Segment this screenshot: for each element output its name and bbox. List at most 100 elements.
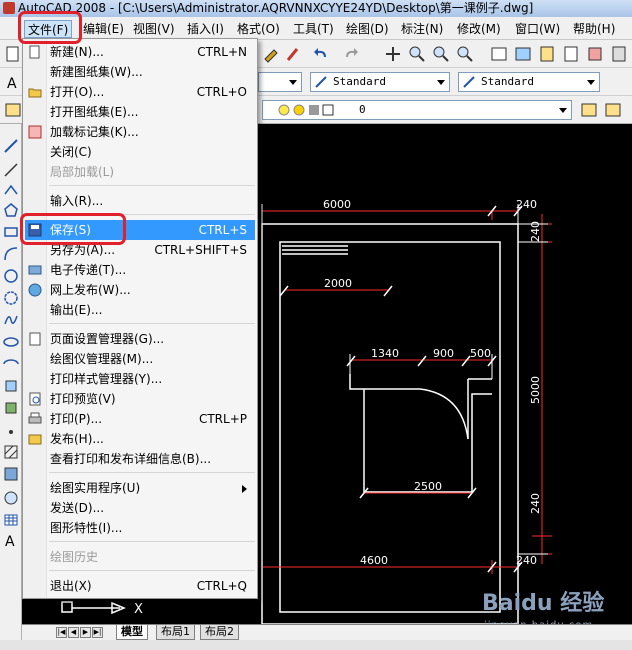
menu-view[interactable]: 视图(V) xyxy=(130,20,178,38)
polygon-icon[interactable] xyxy=(3,202,19,218)
spline-icon[interactable] xyxy=(3,312,19,328)
properties-icon[interactable] xyxy=(490,45,508,63)
tab-next-icon[interactable]: ▶ xyxy=(80,627,91,638)
menu-item-publish-web[interactable]: 网上发布(W)... xyxy=(25,280,255,300)
ellipse-arc-icon[interactable] xyxy=(3,356,19,372)
menu-item-exit[interactable]: 退出(X) CTRL+Q xyxy=(25,576,255,596)
menu-item-close[interactable]: 关闭(C) xyxy=(25,142,255,162)
menu-item-drawing-properties[interactable]: 图形特性(I)... xyxy=(25,518,255,538)
tab-model[interactable]: 模型 xyxy=(116,625,148,640)
tool-palettes-icon[interactable] xyxy=(538,45,556,63)
layer-combo[interactable]: 0 xyxy=(262,100,572,120)
redo-icon[interactable] xyxy=(342,45,360,63)
insert-block-icon[interactable] xyxy=(3,378,19,394)
sheet-set-icon[interactable] xyxy=(562,45,580,63)
menu-item-page-setup-manager[interactable]: 页面设置管理器(G)... xyxy=(25,329,255,349)
menu-item-plot[interactable]: 打印(P)... CTRL+P xyxy=(25,409,255,429)
menu-file[interactable]: 文件(F) xyxy=(24,20,73,38)
menu-item-etransmit[interactable]: 电子传递(T)... xyxy=(25,260,255,280)
markup-set-icon xyxy=(28,125,42,139)
arc-icon[interactable] xyxy=(3,246,19,262)
circle-icon[interactable] xyxy=(3,268,19,284)
tab-layout1[interactable]: 布局1 xyxy=(156,625,195,640)
ucs-x-label: X xyxy=(134,602,143,617)
tab-first-icon[interactable]: |◀ xyxy=(56,627,67,638)
menu-separator xyxy=(49,323,255,324)
menu-tools[interactable]: 工具(T) xyxy=(290,20,337,38)
revision-cloud-icon[interactable] xyxy=(3,290,19,306)
menu-item-export[interactable]: 输出(E)... xyxy=(25,300,255,320)
rectangle-icon[interactable] xyxy=(3,224,19,240)
design-center-icon[interactable] xyxy=(514,45,532,63)
line-icon[interactable] xyxy=(3,138,19,154)
layer-manager-icon[interactable] xyxy=(4,101,22,119)
match-properties-icon[interactable] xyxy=(262,45,280,63)
table-style-combo[interactable]: Standard xyxy=(458,72,600,92)
markup-icon[interactable] xyxy=(586,45,604,63)
dim-seg-1: 1340 xyxy=(371,347,399,360)
make-block-icon[interactable] xyxy=(3,400,19,416)
menu-separator xyxy=(49,570,255,571)
dim-style-combo[interactable]: Standard xyxy=(310,72,450,92)
point-icon[interactable] xyxy=(3,424,19,440)
menu-help[interactable]: 帮助(H) xyxy=(570,20,618,38)
menu-item-plot-style-manager[interactable]: 打印样式管理器(Y)... xyxy=(25,369,255,389)
window-title: AutoCAD 2008 - [C:\Users\Administrator.A… xyxy=(18,1,534,15)
zoom-window-icon[interactable] xyxy=(432,45,450,63)
menu-item-plot-preview[interactable]: 打印预览(V) xyxy=(25,389,255,409)
region-icon[interactable] xyxy=(3,490,19,506)
pan-icon[interactable] xyxy=(384,45,402,63)
menu-separator xyxy=(49,214,255,215)
tab-layout2[interactable]: 布局2 xyxy=(200,625,239,640)
globe-icon xyxy=(28,283,42,297)
zoom-previous-icon[interactable] xyxy=(456,45,474,63)
menu-item-load-markup-set[interactable]: 加载标记集(K)... xyxy=(25,122,255,142)
make-layer-current-icon[interactable] xyxy=(580,101,598,119)
menu-window[interactable]: 窗口(W) xyxy=(512,20,563,38)
ellipse-icon[interactable] xyxy=(3,334,19,350)
menu-insert[interactable]: 插入(I) xyxy=(184,20,227,38)
zoom-realtime-icon[interactable] xyxy=(408,45,426,63)
multiline-text-icon[interactable]: A xyxy=(3,532,19,548)
polyline-icon[interactable] xyxy=(3,182,19,198)
menu-item-import[interactable]: 输入(R)... xyxy=(25,191,255,211)
menu-item-plotter-manager[interactable]: 绘图仪管理器(M)... xyxy=(25,349,255,369)
watermark-brand: Baidu 经验 xyxy=(482,590,604,616)
menu-item-open[interactable]: 打开(O)... CTRL+O xyxy=(25,82,255,102)
menu-item-save[interactable]: 保存(S) CTRL+S xyxy=(25,220,255,240)
menu-format[interactable]: 格式(O) xyxy=(234,20,283,38)
menu-item-new[interactable]: 新建(N)... CTRL+N xyxy=(25,42,255,62)
table-icon[interactable] xyxy=(3,512,19,528)
tab-last-icon[interactable]: ▶| xyxy=(92,627,103,638)
layer-previous-icon[interactable] xyxy=(604,101,622,119)
hatch-icon[interactable] xyxy=(3,444,19,460)
menu-dimension[interactable]: 标注(N) xyxy=(398,20,446,38)
open-folder-icon xyxy=(28,88,42,98)
menu-item-send[interactable]: 发送(D)... xyxy=(25,498,255,518)
dim-right-bottom: 240 xyxy=(529,493,542,514)
menu-item-save-as[interactable]: 另存为(A)... CTRL+SHIFT+S xyxy=(25,240,255,260)
menu-item-drawing-history: 绘图历史 xyxy=(50,550,99,564)
dim-right-top: 240 xyxy=(529,221,542,242)
undo-icon[interactable] xyxy=(312,45,330,63)
menu-item-open-sheet-set[interactable]: 打开图纸集(E)... xyxy=(25,102,255,122)
brush-icon[interactable] xyxy=(284,45,302,63)
etransmit-icon xyxy=(28,265,42,275)
tab-prev-icon[interactable]: ◀ xyxy=(68,627,79,638)
menu-edit[interactable]: 编辑(E) xyxy=(80,20,127,38)
gradient-icon[interactable] xyxy=(3,466,19,482)
menu-item-new-sheet-set[interactable]: 新建图纸集(W)... xyxy=(25,62,255,82)
menu-draw[interactable]: 绘图(D) xyxy=(343,20,392,38)
new-file-icon[interactable] xyxy=(4,45,22,63)
menu-item-publish[interactable]: 发布(H)... xyxy=(25,429,255,449)
menu-item-drawing-utilities[interactable]: 绘图实用程序(U) xyxy=(25,478,255,498)
menu-item-plot-publish-details[interactable]: 查看打印和发布详细信息(B)... xyxy=(25,449,255,469)
text-style-icon[interactable]: A xyxy=(4,73,22,91)
printer-icon xyxy=(28,412,42,424)
construction-line-icon[interactable] xyxy=(3,162,19,178)
text-style-combo-tail[interactable] xyxy=(258,72,302,92)
menu-modify[interactable]: 修改(M) xyxy=(454,20,504,38)
calculator-icon[interactable] xyxy=(610,45,628,63)
dim-bottom-inner: 2500 xyxy=(414,480,442,493)
dim-style-value: Standard xyxy=(333,75,386,88)
